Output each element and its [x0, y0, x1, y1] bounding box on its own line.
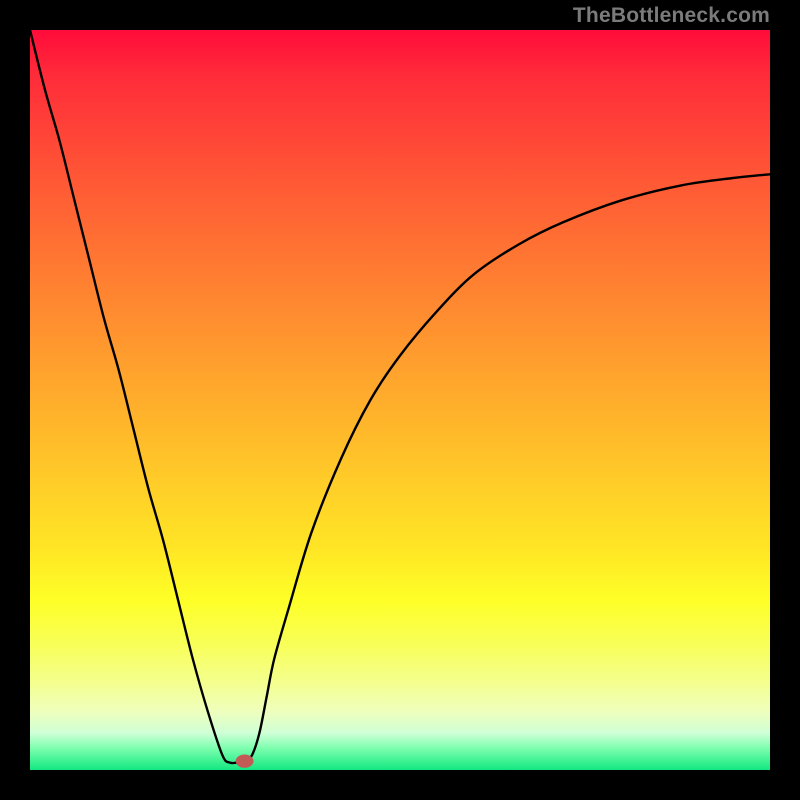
plot-area [30, 30, 770, 770]
min-marker [236, 754, 254, 767]
bottleneck-curve-path [30, 30, 770, 763]
chart-frame: TheBottleneck.com [0, 0, 800, 800]
curve-layer [30, 30, 770, 770]
watermark-text: TheBottleneck.com [573, 4, 770, 28]
